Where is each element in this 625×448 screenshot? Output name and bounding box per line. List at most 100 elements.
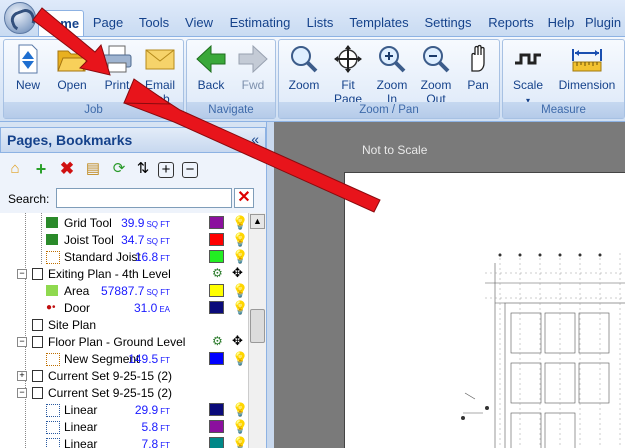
visibility-bulb-icon[interactable]: 💡 xyxy=(232,419,248,435)
visibility-bulb-icon[interactable]: 💡 xyxy=(232,300,248,316)
collapse-node-icon[interactable]: − xyxy=(17,337,27,347)
color-swatch[interactable] xyxy=(209,437,224,448)
dimension-label: Dimension xyxy=(558,78,616,92)
color-swatch[interactable] xyxy=(209,284,224,297)
tab-templates[interactable]: Templates xyxy=(345,10,413,36)
collapse-panel-button[interactable]: « xyxy=(251,131,259,147)
color-swatch[interactable] xyxy=(209,352,224,365)
tab-page[interactable]: Page xyxy=(88,10,128,36)
sort-icon[interactable]: ⇅ xyxy=(134,160,152,178)
tree-row-page[interactable]: + Current Set 9-25-15 (2) xyxy=(0,367,248,384)
item-name: Linear xyxy=(64,437,98,448)
dimension-ruler-icon xyxy=(572,49,602,72)
delete-icon[interactable]: ✖ xyxy=(58,160,76,178)
item-name: Linear xyxy=(64,403,98,417)
tree-row-page[interactable]: − Exiting Plan - 4th Level ⚙ ✥ xyxy=(0,265,248,282)
tab-help[interactable]: Help xyxy=(544,10,578,36)
tree-row-joist-tool[interactable]: Joist Tool 34.7 SQ FT 💡 xyxy=(0,231,248,248)
linear-segment-icon xyxy=(46,438,60,448)
tree-row-linear[interactable]: Linear 29.9 FT 💡 xyxy=(0,401,248,418)
collapse-all-icon[interactable]: − xyxy=(182,162,198,178)
area-icon xyxy=(46,285,58,296)
panel-splitter[interactable] xyxy=(266,122,274,448)
scale-button[interactable]: Scale ▾ xyxy=(507,43,549,108)
tab-estimating[interactable]: Estimating xyxy=(224,10,296,36)
fit-page-button[interactable]: Fit Page xyxy=(327,43,369,106)
expand-node-icon[interactable]: + xyxy=(17,371,27,381)
application-menu-button[interactable] xyxy=(4,2,38,34)
new-document-icon xyxy=(18,44,38,74)
pan-button[interactable]: Pan xyxy=(459,43,497,92)
tree-row-linear[interactable]: Linear 5.8 FT 💡 xyxy=(0,418,248,435)
tab-lists[interactable]: Lists xyxy=(301,10,339,36)
refresh-icon[interactable]: ⟳ xyxy=(110,160,128,178)
item-name: Area xyxy=(64,284,90,298)
properties-icon[interactable]: ▤ xyxy=(84,160,102,178)
tree-row-standard-joist[interactable]: Standard Joist 16.8 FT 💡 xyxy=(0,248,248,265)
email-envelope-icon xyxy=(145,49,175,70)
tab-view[interactable]: View xyxy=(181,10,217,36)
search-label: Search: xyxy=(8,192,50,206)
search-row: Search: ✕ xyxy=(0,183,266,213)
collapse-node-icon[interactable]: − xyxy=(17,269,27,279)
tab-reports[interactable]: Reports xyxy=(483,10,539,36)
tab-home[interactable]: Home xyxy=(38,10,84,36)
tab-plugin[interactable]: Plugin xyxy=(585,10,625,36)
tree-row-page[interactable]: − Current Set 9-25-15 (2) xyxy=(0,384,248,401)
tree-row-door[interactable]: ●• Door 31.0 EA 💡 xyxy=(0,299,248,316)
bookmark-icon[interactable]: ⌂ xyxy=(6,160,24,178)
dimension-button[interactable]: Dimension xyxy=(553,43,621,92)
color-swatch[interactable] xyxy=(209,216,224,229)
tree-row-linear[interactable]: Linear 7.8 FT 💡 xyxy=(0,435,248,448)
plan-sheet[interactable] xyxy=(344,172,625,448)
drawing-canvas[interactable]: Not to Scale xyxy=(274,122,625,448)
tab-settings[interactable]: Settings xyxy=(420,10,476,36)
new-button[interactable]: New xyxy=(9,43,47,92)
tab-tools[interactable]: Tools xyxy=(134,10,174,36)
tree-row-page[interactable]: − Floor Plan - Ground Level ⚙ ✥ xyxy=(0,333,248,350)
forward-label: Fwd xyxy=(241,78,265,92)
tree-row-page[interactable]: Site Plan xyxy=(0,316,248,333)
search-input[interactable] xyxy=(56,188,232,208)
back-button[interactable]: Back xyxy=(191,43,231,92)
visibility-bulb-icon[interactable]: 💡 xyxy=(232,249,248,265)
visibility-bulb-icon[interactable]: 💡 xyxy=(232,215,248,231)
visibility-bulb-icon[interactable]: 💡 xyxy=(232,232,248,248)
group-label-zoom-pan: Zoom / Pan xyxy=(279,102,499,118)
forward-button[interactable]: Fwd xyxy=(233,43,273,92)
add-icon[interactable]: + xyxy=(32,160,50,178)
expand-all-icon[interactable]: + xyxy=(158,162,174,178)
zoom-button[interactable]: Zoom xyxy=(283,43,325,92)
item-name: Standard Joist xyxy=(64,250,141,264)
color-swatch[interactable] xyxy=(209,403,224,416)
color-swatch[interactable] xyxy=(209,233,224,246)
page-settings-icon[interactable]: ⚙ xyxy=(212,334,223,348)
tree-row-new-segment[interactable]: New Segment 149.5 FT 💡 xyxy=(0,350,248,367)
visibility-bulb-icon[interactable]: 💡 xyxy=(232,436,248,448)
page-settings-icon[interactable]: ⚙ xyxy=(212,266,223,280)
open-button[interactable]: Open xyxy=(52,43,92,92)
ribbon: New Open Print Email Job Job Back Fwd Na… xyxy=(0,36,625,122)
zoom-out-button[interactable]: Zoom Out xyxy=(415,43,457,106)
visibility-bulb-icon[interactable]: 💡 xyxy=(232,402,248,418)
clear-search-button[interactable]: ✕ xyxy=(234,188,254,208)
move-icon[interactable]: ✥ xyxy=(232,265,243,281)
visibility-bulb-icon[interactable]: 💡 xyxy=(232,283,248,299)
tree-row-area[interactable]: Area 57887.7 SQ FT 💡 xyxy=(0,282,248,299)
color-swatch[interactable] xyxy=(209,301,224,314)
pages-bookmarks-header: Pages, Bookmarks « xyxy=(0,127,266,153)
color-swatch[interactable] xyxy=(209,420,224,433)
tree-scrollbar[interactable]: ▲ xyxy=(248,213,266,448)
visibility-bulb-icon[interactable]: 💡 xyxy=(232,351,248,367)
zoom-in-button[interactable]: Zoom In xyxy=(371,43,413,106)
collapse-node-icon[interactable]: − xyxy=(17,388,27,398)
tree-row-grid-tool[interactable]: Grid Tool 39.9 SQ FT 💡 xyxy=(0,214,248,231)
item-value: 31.0 EA xyxy=(133,301,170,315)
scroll-up-arrow-icon[interactable]: ▲ xyxy=(250,214,265,229)
color-swatch[interactable] xyxy=(209,250,224,263)
email-job-button[interactable]: Email Job xyxy=(140,43,180,106)
scroll-thumb[interactable] xyxy=(250,309,265,343)
print-button[interactable]: Print xyxy=(97,43,137,92)
magnifier-icon xyxy=(291,46,318,73)
move-icon[interactable]: ✥ xyxy=(232,333,243,349)
